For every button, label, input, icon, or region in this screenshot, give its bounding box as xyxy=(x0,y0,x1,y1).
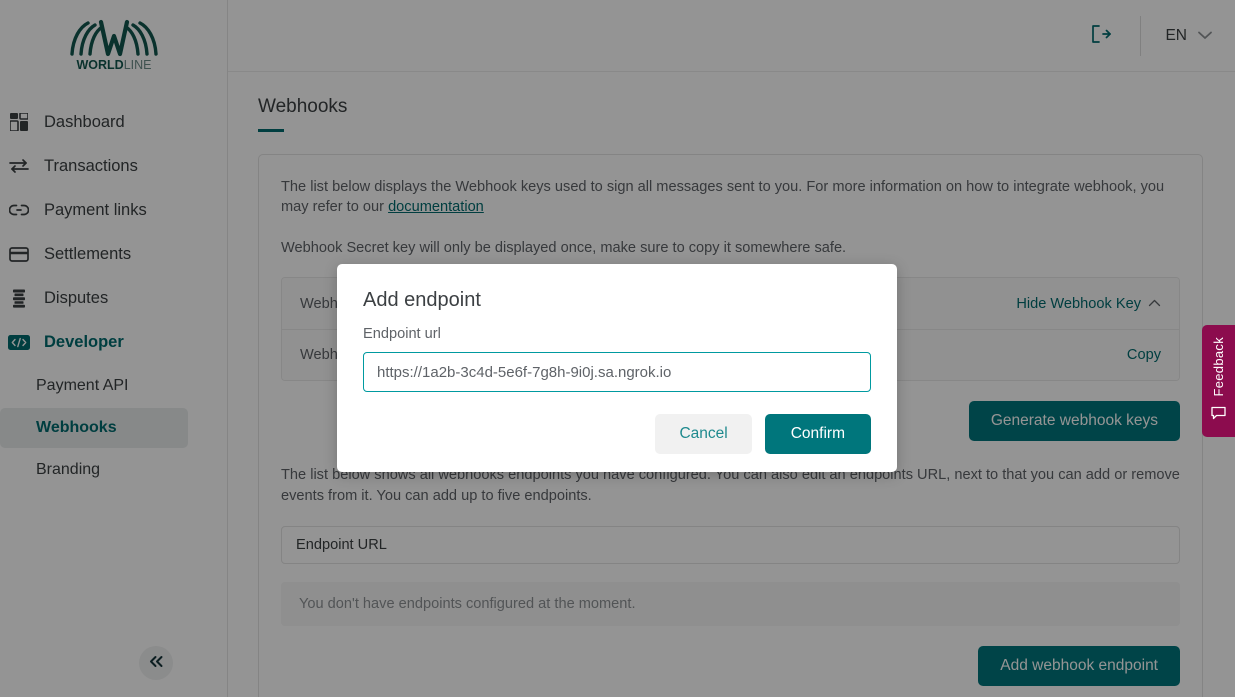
add-endpoint-modal: Add endpoint Endpoint url Cancel Confirm xyxy=(337,264,897,472)
endpoint-url-label: Endpoint url xyxy=(363,326,441,342)
confirm-button[interactable]: Confirm xyxy=(764,414,871,454)
speech-bubble-icon xyxy=(1211,406,1226,425)
endpoint-url-input[interactable] xyxy=(363,352,871,392)
feedback-label: Feedback xyxy=(1211,337,1226,397)
app-root: WORLDLINE Dashboard Transactions Payment… xyxy=(0,0,1235,697)
feedback-tab[interactable]: Feedback xyxy=(1202,325,1235,437)
cancel-button[interactable]: Cancel xyxy=(655,414,752,454)
modal-title: Add endpoint xyxy=(363,289,481,311)
modal-actions: Cancel Confirm xyxy=(363,414,871,454)
